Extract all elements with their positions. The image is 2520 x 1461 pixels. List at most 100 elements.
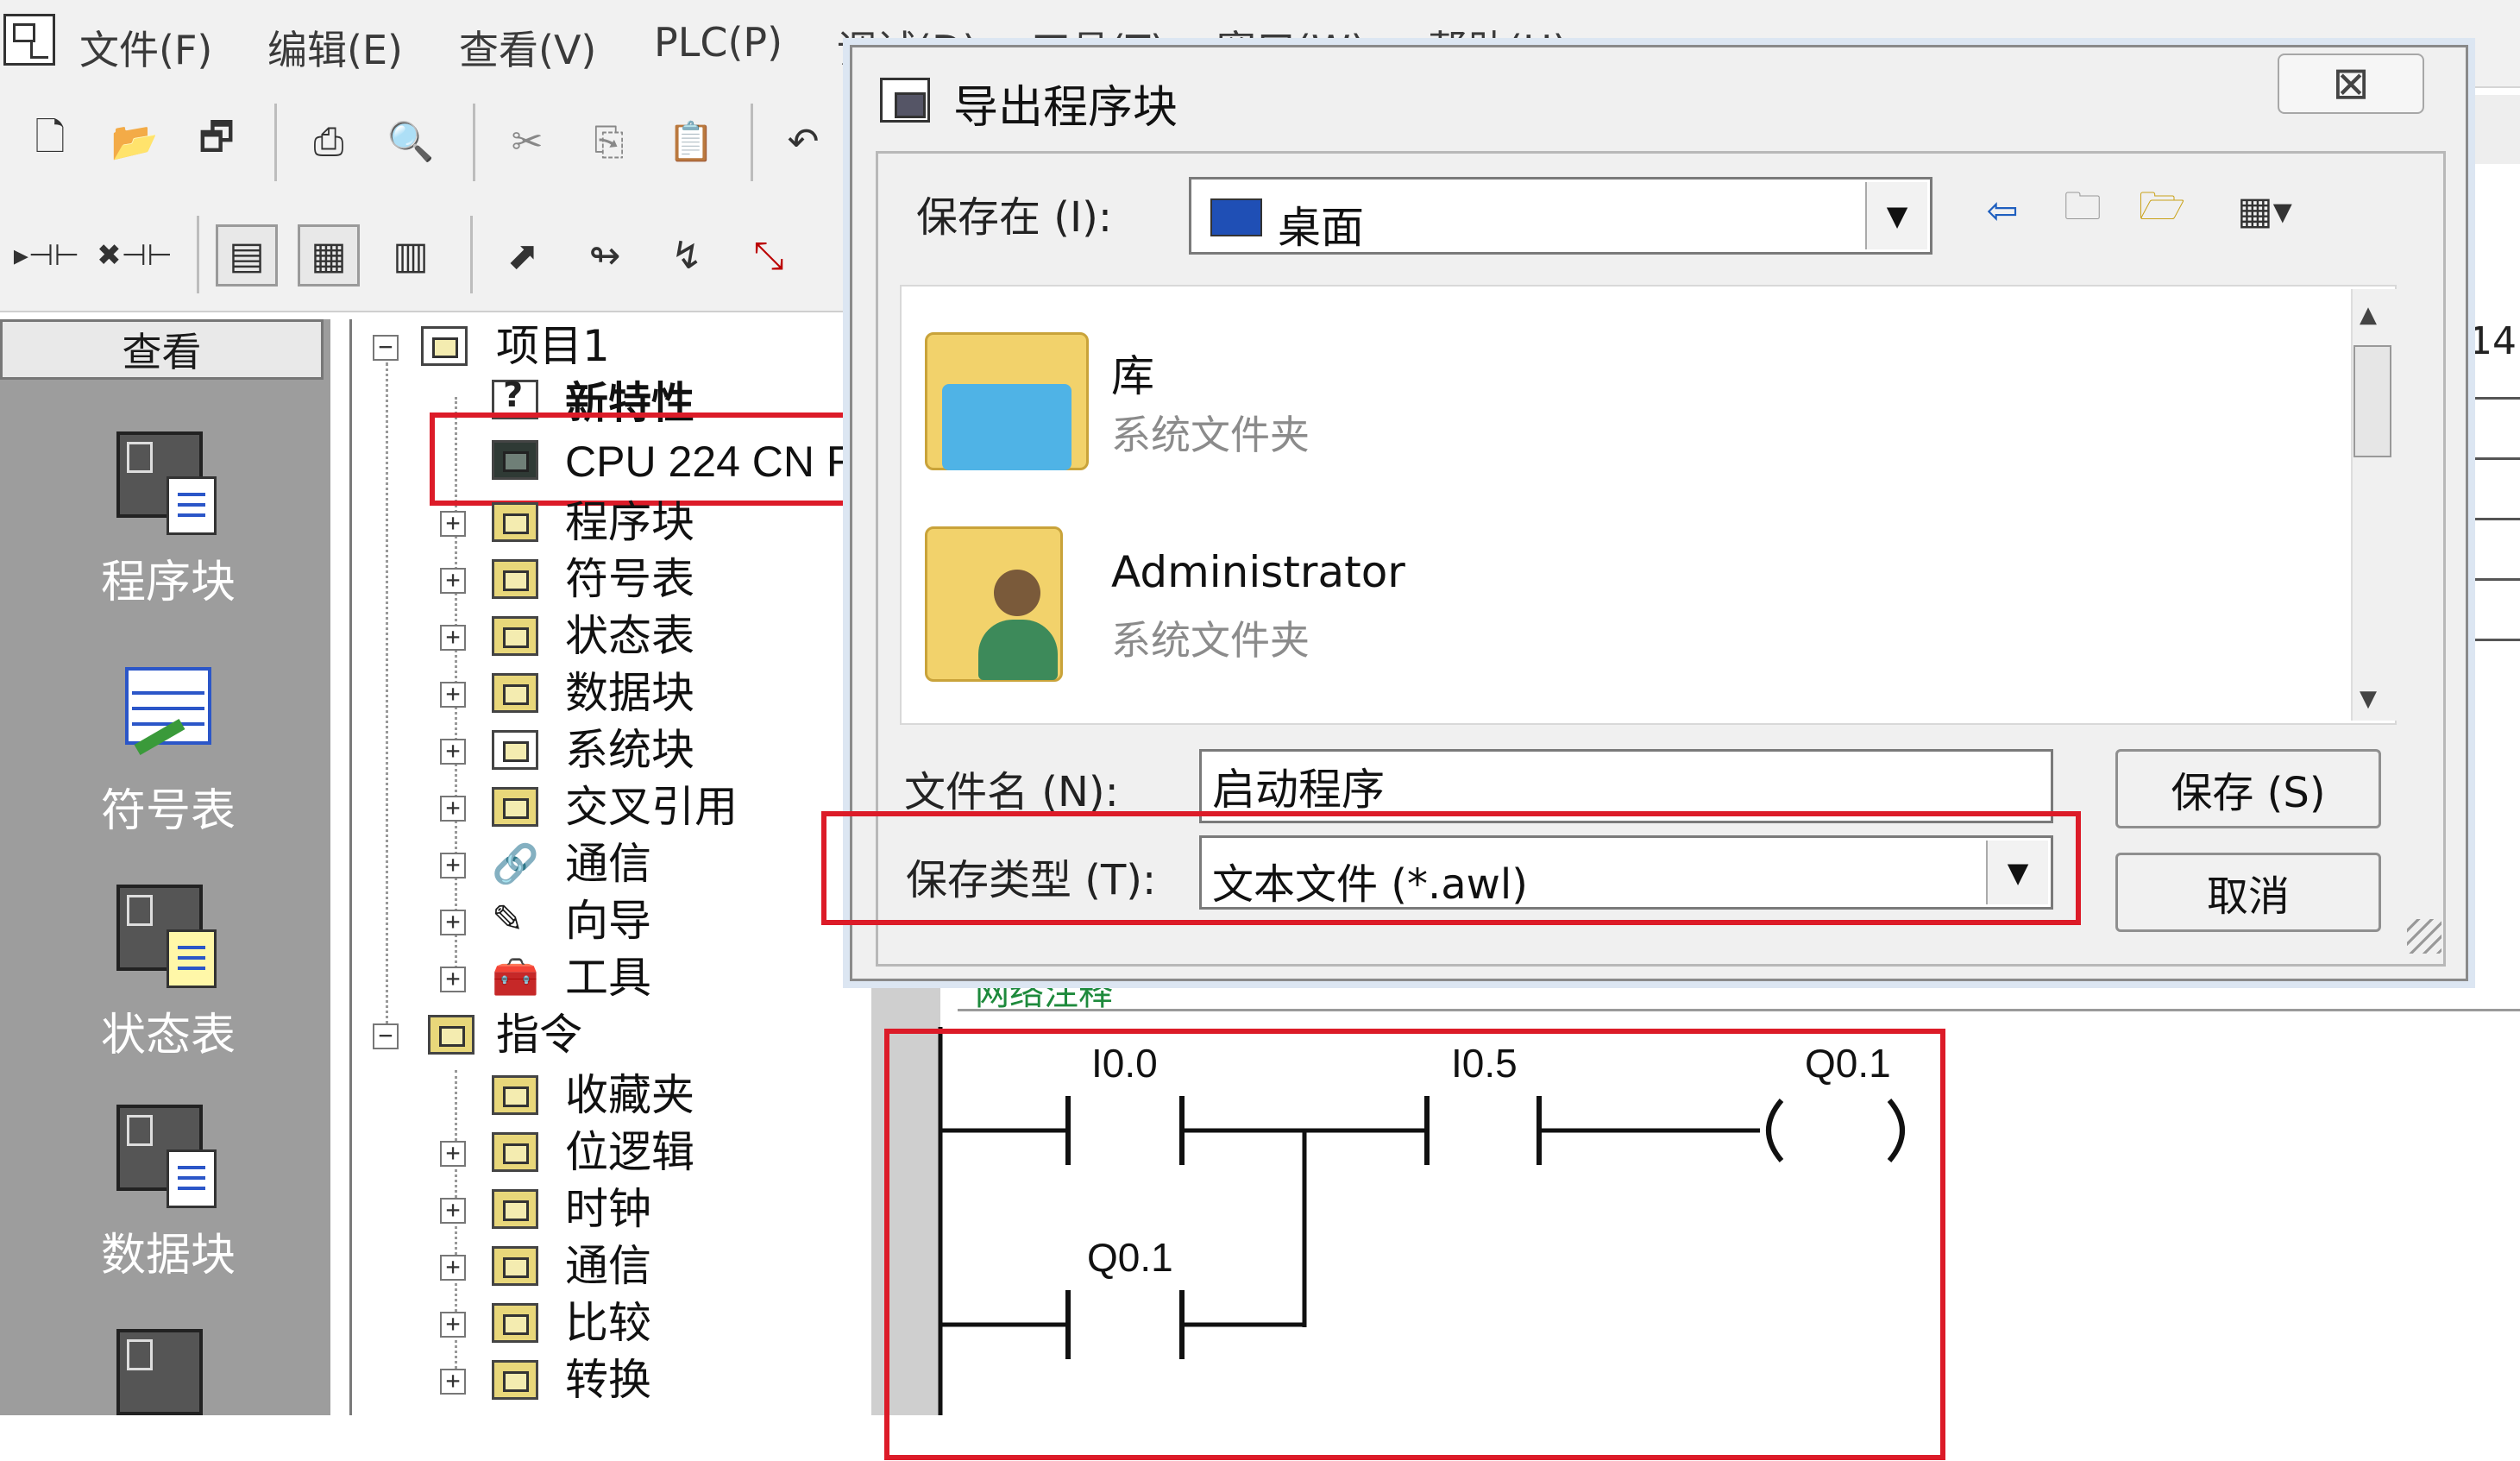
tree-expand-toggle[interactable]: + [440,682,466,708]
tree-item-convert[interactable]: 转换 [565,1353,651,1407]
view-menu-icon[interactable]: ▦▾ [2217,179,2312,242]
view-item-data-block[interactable]: 数据块 [52,1105,285,1283]
user-folder-icon [925,518,1080,690]
grid-line [2468,639,2520,641]
program-block-icon [116,431,220,535]
save-all-icon[interactable]: 🗗 [185,110,248,173]
menu-edit[interactable]: 编辑(E) [267,19,403,76]
scroll-thumb[interactable] [2353,345,2391,457]
tree-expand-toggle[interactable]: + [440,1312,466,1338]
tree-item-cross-reference[interactable]: 交叉引用 [565,780,738,834]
view-bar-header[interactable]: 查看 [0,319,324,380]
tree-item-compare[interactable]: 比较 [565,1296,651,1350]
view-item-symbol-table[interactable]: 符号表 [52,660,285,839]
data-block-icon [116,1105,220,1208]
paste-icon[interactable]: 📋 [660,110,722,173]
view-item-program-block[interactable]: 程序块 [52,431,285,610]
contact-icon[interactable]: ⬈ [492,224,554,287]
tree-item-program-block[interactable]: 程序块 [565,495,694,549]
menu-file[interactable]: 文件(F) [79,19,212,76]
tree-item-bit-logic[interactable]: 位逻辑 [565,1125,694,1179]
delete-network-icon[interactable]: ✖⊣⊢ [97,224,173,287]
tools-icon: 🧰 [492,955,539,999]
tree-expand-toggle[interactable]: + [440,796,466,822]
tree-expand-toggle[interactable]: + [440,568,466,594]
tree-expand-toggle[interactable]: + [440,1141,466,1167]
new-folder-icon[interactable]: 🗁 [2131,179,2193,242]
tree-item-communication[interactable]: 通信 [565,837,651,891]
tree-expand-toggle[interactable]: + [440,853,466,878]
stl-view-icon[interactable]: ▦ [298,224,360,287]
new-icon[interactable]: 🗋 [19,110,81,173]
grid-line [2468,518,2520,520]
ladder-view-icon[interactable]: ▤ [216,224,278,287]
main-window-edge [2468,95,2520,164]
copy-icon[interactable]: ⎘ [578,110,640,173]
tree-item-clock[interactable]: 时钟 [565,1182,651,1236]
status-table-icon [116,885,220,988]
tree-item-project[interactable]: 项目1 [496,319,610,373]
line-icon[interactable]: ⤡ [738,224,800,287]
view-item-label: 状态表 [100,1010,236,1061]
insert-network-icon[interactable]: ▸⊣⊢ [14,224,79,287]
open-icon[interactable]: 📂 [104,110,166,173]
chevron-down-icon[interactable]: ▼ [1865,182,1927,249]
view-item-status-table[interactable]: 状态表 [52,885,285,1063]
file-item-name[interactable]: 库 [1111,342,1154,404]
tree-item-data-block[interactable]: 数据块 [565,666,694,720]
menu-view[interactable]: 查看(V) [459,19,596,76]
save-in-value: 桌面 [1278,203,1364,253]
wizard-icon: ✎ [492,897,524,941]
tree-item-wizard[interactable]: 向导 [565,894,651,948]
symbol-table-icon [116,660,220,764]
view-item-partial[interactable] [52,1329,285,1443]
tree-expand-toggle[interactable]: + [440,511,466,537]
file-item-type: 系统文件夹 [1111,617,1310,664]
toolbar-separator [274,104,277,181]
save-button[interactable]: 保存 (S) [2115,749,2381,828]
data-block-folder-icon [492,673,538,713]
up-folder-icon[interactable]: 🗀 [2052,179,2114,242]
file-item-name[interactable]: Administrator [1111,547,1405,597]
desktop-icon [1210,198,1262,236]
resize-grip[interactable] [2407,919,2441,954]
tree-expand-toggle[interactable]: + [440,739,466,765]
cancel-button[interactable]: 取消 [2115,853,2381,932]
tree-item-communication-instr[interactable]: 通信 [565,1239,651,1293]
coil-icon[interactable]: ↬ [574,224,636,287]
cross-reference-folder-icon [492,787,538,827]
tree-item-symbol-table[interactable]: 符号表 [565,552,694,606]
tree-expand-toggle[interactable]: + [440,625,466,651]
back-arrow-icon[interactable]: ⇦ [1971,179,2033,242]
tree-expand-toggle[interactable]: + [440,1198,466,1224]
grid-line [2468,397,2520,400]
app-icon[interactable] [3,14,55,66]
print-icon[interactable]: ⎙ [298,110,360,173]
menu-plc[interactable]: PLC(P) [654,19,782,66]
tree-expand-toggle[interactable]: + [440,910,466,935]
symbol-table-folder-icon [492,559,538,599]
tree-item-status-table[interactable]: 状态表 [565,609,694,663]
tree-item-instructions[interactable]: 指令 [496,1008,582,1061]
cut-icon[interactable]: ✂ [496,110,558,173]
tree-expand-toggle[interactable]: + [440,967,466,992]
toolbar-separator [473,104,475,181]
scroll-down-icon[interactable]: ▼ [2360,686,2377,712]
tree-expand-toggle[interactable]: + [440,1369,466,1395]
tree-item-favorites[interactable]: 收藏夹 [565,1068,694,1122]
tree-collapse-toggle[interactable]: − [373,335,399,361]
fbd-view-icon[interactable]: ▥ [380,224,442,287]
box-icon[interactable]: ↯ [656,224,718,287]
tree-line [455,1070,457,1389]
communication-icon: 🔗 [492,842,539,886]
tree-collapse-toggle[interactable]: − [373,1023,399,1049]
dialog-close-button[interactable]: ⊠ [2278,54,2424,114]
print-preview-icon[interactable]: 🔍 [380,110,442,173]
tree-item-system-block[interactable]: 系统块 [565,723,694,777]
grid-line [2468,578,2520,581]
undo-icon[interactable]: ↶ [772,110,834,173]
save-in-combo[interactable]: 桌面 ▼ [1189,177,1932,255]
tree-expand-toggle[interactable]: + [440,1255,466,1281]
tree-item-tools[interactable]: 工具 [565,951,651,1004]
scroll-up-icon[interactable]: ▲ [2360,302,2377,328]
